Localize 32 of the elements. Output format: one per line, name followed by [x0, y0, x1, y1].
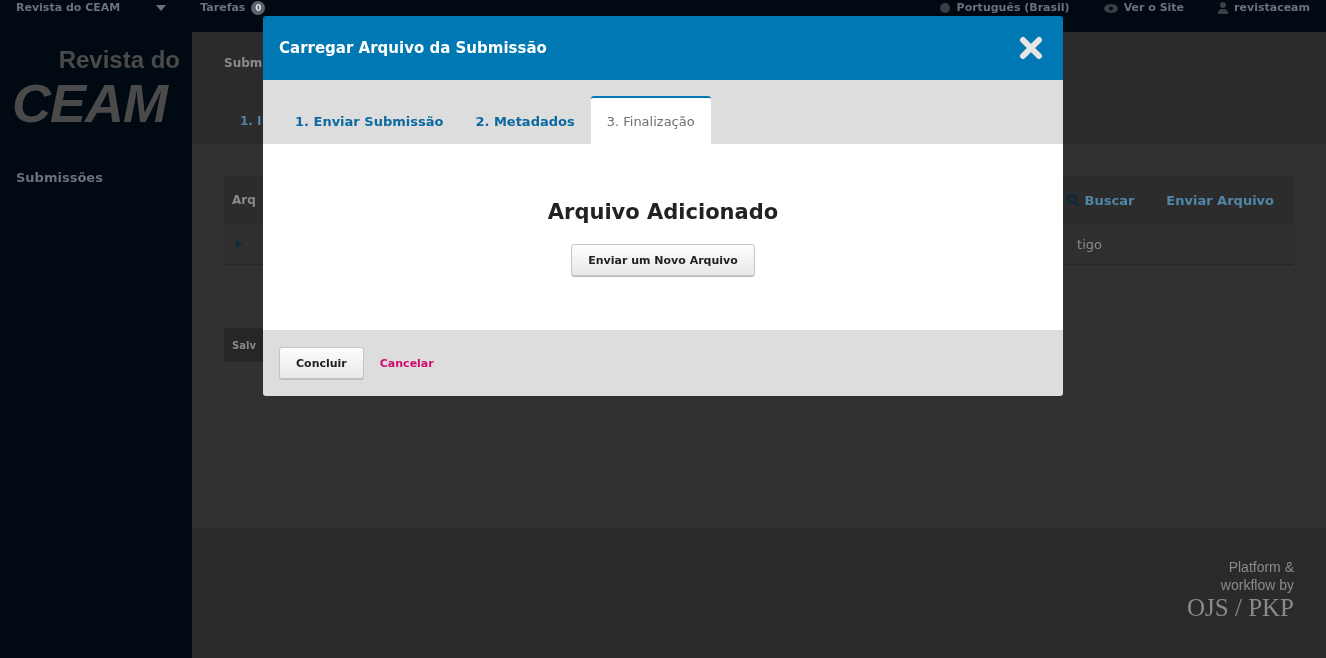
user-icon — [1218, 2, 1229, 14]
view-site-link[interactable]: Ver o Site — [1103, 1, 1185, 15]
site-menu[interactable]: Revista do CEAM — [16, 1, 167, 15]
footer-text: Platform & — [1228, 558, 1294, 576]
save-button[interactable]: Salv — [224, 328, 263, 362]
user-menu[interactable]: revistaceam — [1218, 1, 1310, 15]
logo-text: Revista do — [57, 48, 180, 72]
search-icon — [1066, 194, 1079, 206]
panel-title: Arq — [232, 193, 256, 207]
step-tab[interactable]: 2. Metadados — [459, 96, 591, 144]
finish-button[interactable]: Concluir — [279, 347, 364, 379]
close-icon — [1019, 36, 1043, 60]
language-menu[interactable]: Português (Brasil) — [938, 1, 1070, 15]
footer-text: workflow by — [1220, 576, 1294, 594]
step-tab[interactable]: 3. Finalização — [590, 96, 711, 144]
step-tab[interactable]: 1. Enviar Submissão — [279, 96, 460, 144]
tasks-count: 0 — [251, 1, 266, 15]
page-title: Subm — [224, 56, 264, 70]
new-file-button[interactable]: Enviar um Novo Arquivo — [571, 244, 755, 276]
upload-link[interactable]: Enviar Arquivo — [1166, 192, 1274, 208]
search-link[interactable]: Buscar — [1066, 192, 1135, 208]
caret-icon — [156, 5, 167, 11]
logo-text: CEAM — [12, 72, 170, 134]
close-button[interactable] — [1019, 36, 1043, 60]
tasks-link[interactable]: Tarefas 0 — [200, 1, 266, 15]
footer-brand[interactable]: OJS / PKP — [1187, 594, 1294, 622]
sidebar-item[interactable]: Submissões — [12, 170, 180, 185]
cancel-link[interactable]: Cancelar — [379, 356, 434, 370]
file-row-text: tigo — [1077, 236, 1102, 252]
eye-icon — [1103, 3, 1118, 13]
dialog-title: Carregar Arquivo da Submissão — [279, 39, 547, 57]
status-message: Arquivo Adicionado — [547, 200, 779, 224]
